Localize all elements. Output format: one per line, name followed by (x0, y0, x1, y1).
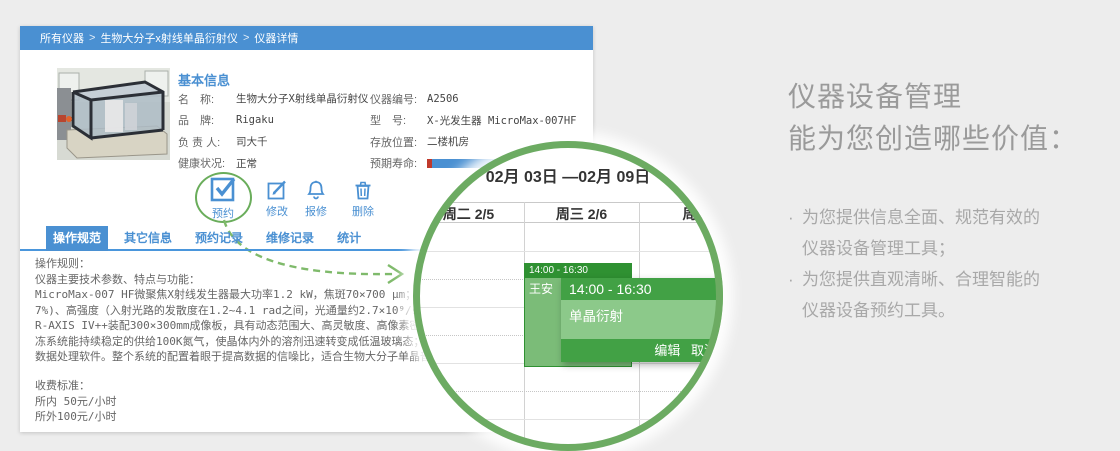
bullet-text-line: 为您提供直观清晰、合理智能的 (802, 264, 1040, 295)
reserve-button[interactable]: 预约 (195, 176, 251, 221)
calendar-magnifier: 02月 03日 —02月 09日 周二 2/5 周三 2/6 周四 14:00 … (413, 141, 723, 451)
delete-button[interactable]: 删除 (335, 180, 391, 219)
repair-bell-icon (306, 180, 326, 200)
bullet-text-line: 仪器设备预约工具。 (788, 295, 1118, 326)
bullet-text-line: 仪器设备管理工具； (788, 233, 1118, 264)
field-value-health: 正常 (236, 156, 370, 171)
tab-operation-rules[interactable]: 操作规范 (46, 226, 108, 251)
promo-bullets: · 为您提供信息全面、规范有效的 仪器设备管理工具； · 为您提供直观清晰、合理… (788, 202, 1118, 326)
page: { "colors": { "accent_blue": "#4a90d2", … (0, 0, 1120, 432)
popup-cancel-button[interactable]: 取消 (691, 343, 717, 358)
popup-edit-button[interactable]: 编辑 (654, 343, 680, 358)
field-value-name: 生物大分子X射线单晶衍射仪 (236, 91, 370, 106)
field-label-model: 型 号: (370, 112, 427, 128)
breadcrumb-separator: > (89, 32, 95, 44)
field-value-owner: 司大千 (236, 134, 370, 149)
info-row-brand-model: 品 牌: Rigaku 型 号: X-光发生器 MicroMax-007HF (178, 110, 588, 132)
popup-event-name: 单晶衍射 (561, 300, 723, 339)
calendar-day-thursday: 周四 (639, 204, 723, 224)
reserve-checkbox-icon (210, 176, 236, 202)
popup-actions: 编辑 取消 (561, 339, 723, 362)
calendar-grid-line (413, 419, 723, 420)
tab-other-info[interactable]: 其它信息 (117, 226, 179, 251)
field-label-brand: 品 牌: (178, 112, 236, 128)
field-value-number: A2506 (427, 93, 459, 105)
field-value-model: X-光发生器 MicroMax-007HF (427, 113, 576, 128)
popup-time-label: 14:00 - 16:30 (561, 278, 723, 300)
bullet-text-line: 为您提供信息全面、规范有效的 (802, 202, 1040, 233)
promo-bullet: · 为您提供直观清晰、合理智能的 (788, 264, 1118, 295)
calendar-grid-line (413, 251, 723, 252)
tab-statistics[interactable]: 统计 (330, 226, 368, 251)
breadcrumb: 所有仪器 > 生物大分子x射线单晶衍射仪 > 仪器详情 (20, 26, 593, 50)
bullet-marker: · (788, 202, 802, 233)
event-time-label: 14:00 - 16:30 (525, 264, 631, 278)
promo-heading-line1: 仪器设备管理 (788, 76, 1118, 118)
basic-info-title: 基本信息 (178, 70, 230, 89)
breadcrumb-detail: 仪器详情 (254, 30, 298, 46)
tab-reservation-records[interactable]: 预约记录 (188, 226, 250, 251)
calendar-grid-line (413, 391, 723, 392)
field-label-location: 存放位置: (370, 134, 427, 150)
field-label-name: 名 称: (178, 91, 236, 107)
event-detail-popup: 14:00 - 16:30 单晶衍射 编辑 取消 (561, 278, 723, 362)
breadcrumb-all-instruments[interactable]: 所有仪器 (40, 30, 84, 46)
field-label-owner: 负 责 人: (178, 134, 236, 150)
field-label-health: 健康状况: (178, 155, 236, 171)
promo-heading-line2: 能为您创造哪些价值： (788, 118, 1118, 160)
breadcrumb-instrument[interactable]: 生物大分子x射线单晶衍射仪 (100, 30, 238, 46)
info-row-name-number: 名 称: 生物大分子X射线单晶衍射仪 仪器编号: A2506 (178, 88, 588, 110)
delete-label: 删除 (335, 203, 391, 219)
calendar-day-wednesday: 周三 2/6 (524, 204, 639, 224)
reserve-label: 预约 (195, 205, 251, 221)
field-label-number: 仪器编号: (370, 91, 427, 107)
calendar-day-tuesday: 周二 2/5 (413, 204, 524, 224)
promo-panel: 仪器设备管理 能为您创造哪些价值： · 为您提供信息全面、规范有效的 仪器设备管… (788, 76, 1118, 326)
tab-repair-records[interactable]: 维修记录 (259, 226, 321, 251)
breadcrumb-separator: > (243, 32, 249, 44)
edit-pencil-icon (267, 180, 287, 200)
instrument-photo (57, 68, 170, 160)
bullet-marker: · (788, 264, 802, 295)
promo-bullet: · 为您提供信息全面、规范有效的 (788, 202, 1118, 233)
field-value-location: 二楼机房 (427, 134, 469, 149)
field-value-brand: Rigaku (236, 114, 370, 126)
calendar-week-range: 02月 03日 —02月 09日 (413, 163, 723, 187)
delete-trash-icon (353, 180, 373, 200)
